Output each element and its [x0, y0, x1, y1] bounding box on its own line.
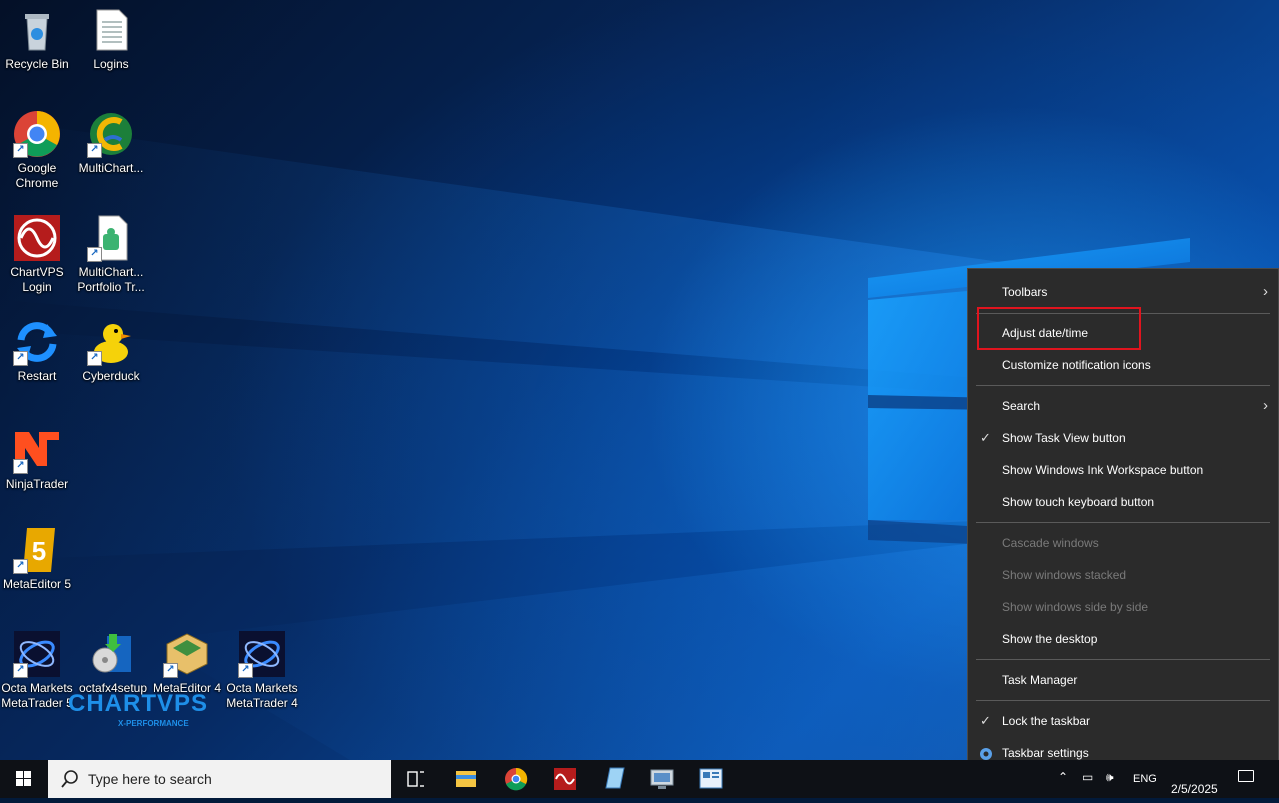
file-explorer-icon [456, 771, 476, 787]
menu-item-customize-notification-icons[interactable]: Customize notification icons [968, 350, 1278, 380]
chartvps-watermark: CHARTVPS X-PERFORMANCE [28, 690, 207, 730]
menu-item-show-desktop[interactable]: Show the desktop [968, 624, 1278, 654]
desktop-icon-metaeditor-5[interactable]: 5 ↗ MetaEditor 5 [0, 526, 74, 592]
desktop-icon-multicharts-portfolio[interactable]: ↗ MultiChart... Portfolio Tr... [74, 214, 148, 295]
desktop-icon-cyberduck[interactable]: ↗ Cyberduck [74, 318, 148, 384]
metaeditor-4-icon: ↗ [163, 630, 211, 678]
start-button[interactable] [0, 760, 48, 798]
remote-desktop-icon [650, 769, 674, 789]
desktop-icon-restart[interactable]: ↗ Restart [0, 318, 74, 384]
checkmark-icon: ✓ [980, 713, 991, 728]
desktop-icon-octa-mt4[interactable]: ↗ Octa Markets MetaTrader 4 [225, 630, 299, 711]
watermark-tagline: X-PERFORMANCE [118, 719, 189, 728]
menu-separator [976, 700, 1270, 701]
taskbar-chrome[interactable] [492, 760, 540, 798]
duck-icon: ↗ [87, 318, 135, 366]
search-icon [61, 770, 78, 788]
desktop-icon-ninjatrader[interactable]: ↗ NinjaTrader [0, 426, 74, 492]
menu-item-show-windows-side-by-side: Show windows side by side [1002, 600, 1149, 614]
recycle-bin-icon [13, 6, 61, 54]
octa-metatrader-5-icon: ↗ [13, 630, 61, 678]
network-icon[interactable]: ▭ [1082, 770, 1093, 784]
plugin-file-icon: ↗ [87, 214, 135, 262]
shortcut-arrow-icon: ↗ [13, 559, 28, 574]
shortcut-arrow-icon: ↗ [87, 351, 102, 366]
menu-item-toolbars[interactable]: Toolbars › [968, 277, 1278, 307]
shortcut-arrow-icon: ↗ [13, 351, 28, 366]
shortcut-arrow-icon: ↗ [87, 143, 102, 158]
menu-item-show-windows-stacked: Show windows stacked [1002, 568, 1127, 582]
chevron-right-icon: › [1263, 397, 1268, 414]
shortcut-arrow-icon: ↗ [163, 663, 178, 678]
restart-icon: ↗ [13, 318, 61, 366]
chevron-up-icon[interactable]: ⌃ [1058, 770, 1068, 784]
taskbar-search-box[interactable]: Type here to search [48, 760, 391, 798]
volume-icon[interactable]: 🕪 [1106, 770, 1114, 785]
menu-item-cascade-windows: Cascade windows [1002, 536, 1099, 550]
watermark-brand: CHARTVPS [68, 690, 209, 717]
menu-item-task-manager[interactable]: Task Manager [968, 665, 1278, 695]
system-tray: ⌃ ▭ 🕪 ENG 2/5/2025 [1058, 760, 1279, 798]
taskbar: Type here to search ⌃ ▭ 🕪 ENG 2/5/2025 [0, 760, 1279, 798]
desktop-icon-recycle-bin[interactable]: Recycle Bin [0, 6, 74, 72]
notification-center-icon[interactable] [1238, 770, 1254, 782]
desktop-icon-google-chrome[interactable]: ↗ Google Chrome [0, 110, 74, 191]
desktop-icon-logins[interactable]: Logins [74, 6, 148, 72]
octa-metatrader-4-icon: ↗ [238, 630, 286, 678]
menu-separator [976, 522, 1270, 523]
menu-item-show-task-view[interactable]: ✓ Show Task View button [968, 423, 1278, 453]
desktop-icon-multicharts[interactable]: ↗ MultiChart... [74, 110, 148, 176]
shortcut-arrow-icon: ↗ [13, 459, 28, 474]
menu-separator [976, 385, 1270, 386]
desktop-icon-metaeditor-4[interactable]: ↗ MetaEditor 4 [150, 630, 224, 696]
menu-item-search[interactable]: Search › [968, 391, 1278, 421]
ninjatrader-icon: ↗ [13, 426, 61, 474]
shortcut-arrow-icon: ↗ [87, 247, 102, 262]
shortcut-arrow-icon: ↗ [13, 143, 28, 158]
task-view-icon [407, 771, 424, 787]
search-placeholder: Type here to search [88, 771, 212, 787]
checkmark-icon: ✓ [980, 430, 991, 445]
clock-date[interactable]: 2/5/2025 [1171, 782, 1218, 796]
chrome-icon [505, 767, 528, 791]
windows-logo-icon [16, 771, 31, 786]
metaeditor-5-icon: 5 ↗ [13, 526, 61, 574]
menu-item-show-touch-keyboard[interactable]: Show touch keyboard button [968, 487, 1278, 517]
svg-text:5: 5 [32, 536, 46, 566]
multicharts-icon: ↗ [87, 110, 135, 158]
task-view-button[interactable] [392, 760, 440, 798]
taskbar-file-explorer[interactable] [442, 760, 490, 798]
chrome-icon: ↗ [13, 110, 61, 158]
shortcut-arrow-icon: ↗ [238, 663, 253, 678]
taskbar-remote-desktop[interactable] [638, 760, 686, 798]
menu-item-lock-taskbar[interactable]: ✓ Lock the taskbar [968, 706, 1278, 736]
text-file-icon [87, 6, 135, 54]
menu-separator [976, 659, 1270, 660]
notepad-icon [605, 767, 625, 789]
chevron-right-icon: › [1263, 283, 1268, 300]
language-indicator[interactable]: ENG [1133, 773, 1157, 785]
highlight-box [977, 307, 1141, 350]
menu-item-show-ink-workspace[interactable]: Show Windows Ink Workspace button [968, 455, 1278, 485]
chartvps-icon [13, 214, 61, 262]
chartvps-icon [554, 768, 576, 790]
desktop-icon-octafx4setup[interactable]: octafx4setup [76, 630, 150, 696]
taskbar-chartvps[interactable] [541, 760, 589, 798]
desktop-icon-chartvps-login[interactable]: ChartVPS Login [0, 214, 74, 295]
installer-icon [89, 630, 137, 678]
shortcut-arrow-icon: ↗ [13, 663, 28, 678]
control-panel-icon [699, 768, 723, 789]
taskbar-notepad[interactable] [590, 760, 638, 798]
taskbar-control-panel[interactable] [687, 760, 735, 798]
